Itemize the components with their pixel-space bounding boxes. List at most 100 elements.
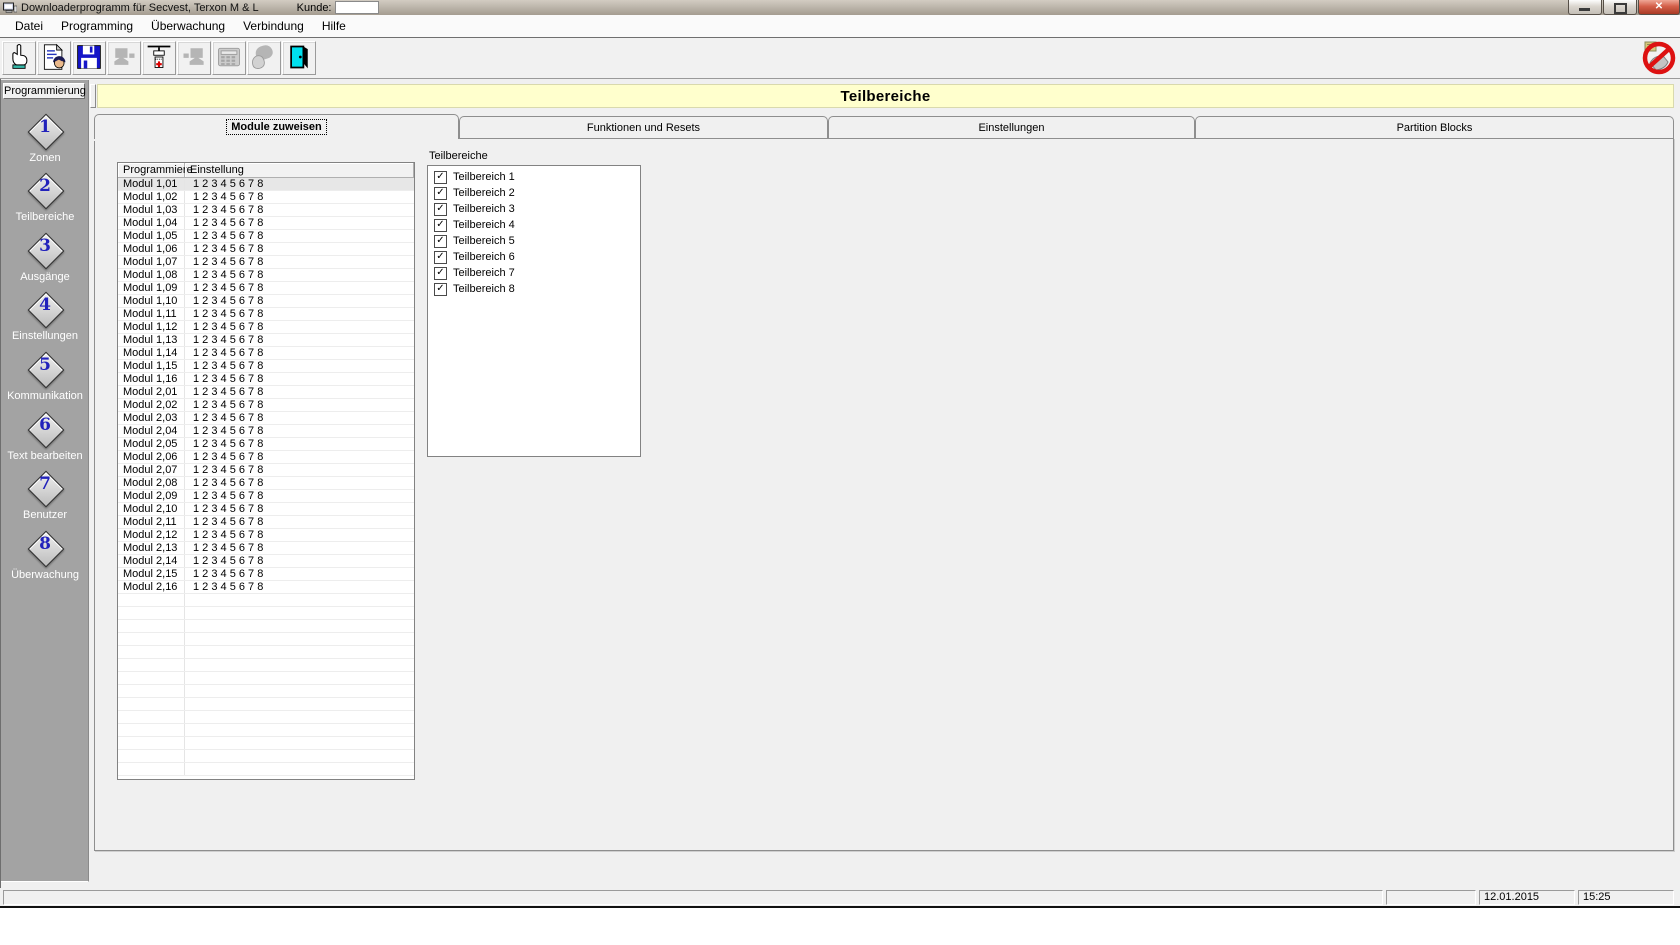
partition-item-teilbereich-7[interactable]: ✓ Teilbereich 7 [428,265,640,281]
sidebar-header-button[interactable]: Programmierung [3,83,86,99]
partition-item-teilbereich-4[interactable]: ✓ Teilbereich 4 [428,217,640,233]
table-row[interactable]: Modul 1,16 1 2 3 4 5 6 7 8 [118,373,414,386]
menu-item-hilfe[interactable]: Hilfe [313,16,355,36]
module-cell: Modul 1,03 [118,204,185,216]
pointer-hand-button[interactable] [2,41,36,75]
table-row[interactable]: Modul 1,02 1 2 3 4 5 6 7 8 [118,191,414,204]
table-row[interactable]: Modul 2,01 1 2 3 4 5 6 7 8 [118,386,414,399]
checkbox-checked-icon[interactable]: ✓ [434,282,447,296]
table-row[interactable]: Modul 1,13 1 2 3 4 5 6 7 8 [118,334,414,347]
table-row[interactable]: Modul 2,06 1 2 3 4 5 6 7 8 [118,451,414,464]
alarm-device-button[interactable] [142,41,176,75]
table-row[interactable]: Modul 1,11 1 2 3 4 5 6 7 8 [118,308,414,321]
customer-label: Kunde: [296,1,332,14]
table-row[interactable]: Modul 1,07 1 2 3 4 5 6 7 8 [118,256,414,269]
minimize-button[interactable] [1568,0,1602,15]
table-row[interactable]: Modul 1,10 1 2 3 4 5 6 7 8 [118,295,414,308]
checkbox-checked-icon[interactable]: ✓ [434,218,447,232]
sidebar-item-label: Kommunikation [7,389,83,402]
sidebar-item-teilbereiche[interactable]: 2 Teilbereiche [1,164,89,223]
partition-item-teilbereich-3[interactable]: ✓ Teilbereich 3 [428,201,640,217]
partition-item-label: Teilbereich 6 [453,251,515,263]
checkbox-checked-icon[interactable]: ✓ [434,266,447,280]
sidebar-item-label: Zonen [29,151,61,164]
table-row[interactable]: Modul 1,15 1 2 3 4 5 6 7 8 [118,360,414,373]
table-row[interactable]: Modul 1,12 1 2 3 4 5 6 7 8 [118,321,414,334]
table-row[interactable]: Modul 2,10 1 2 3 4 5 6 7 8 [118,503,414,516]
module-cell: Modul 1,06 [118,243,185,255]
pc-transfer-button [177,41,211,75]
menu-item-verbindung[interactable]: Verbindung [234,16,313,36]
module-cell: Modul 2,16 [118,581,185,593]
diamond-icon: 1 [27,113,65,150]
table-row[interactable]: Modul 2,15 1 2 3 4 5 6 7 8 [118,568,414,581]
table-row[interactable]: Modul 1,01 1 2 3 4 5 6 7 8 [118,178,414,191]
module-cell: Modul 2,10 [118,503,185,515]
partition-item-label: Teilbereich 7 [453,267,515,279]
table-row[interactable]: Modul 1,04 1 2 3 4 5 6 7 8 [118,217,414,230]
table-row[interactable]: Modul 2,14 1 2 3 4 5 6 7 8 [118,555,414,568]
setting-cell: 1 2 3 4 5 6 7 8 [193,256,264,268]
sidebar-item-kommunikation[interactable]: 5 Kommunikation [1,342,89,402]
table-row-empty [118,633,414,646]
splitter-handle[interactable] [90,84,96,108]
setting-cell: 1 2 3 4 5 6 7 8 [193,230,264,242]
table-row[interactable]: Modul 2,12 1 2 3 4 5 6 7 8 [118,529,414,542]
checkbox-checked-icon[interactable]: ✓ [434,186,447,200]
tab-module-zuweisen[interactable]: Module zuweisen [94,114,459,139]
tab-partition-blocks[interactable]: Partition Blocks [1195,116,1674,139]
table-row[interactable]: Modul 1,08 1 2 3 4 5 6 7 8 [118,269,414,282]
close-icon: ✕ [1654,1,1664,12]
exit-door-button[interactable] [282,41,316,75]
sidebar-item-uberwachung[interactable]: 8 Überwachung [1,521,89,581]
module-table: Programmiere Einstellung Modul 1,01 1 2 3… [117,162,415,780]
menu-item-programming[interactable]: Programming [52,16,142,36]
table-row[interactable]: Modul 2,03 1 2 3 4 5 6 7 8 [118,412,414,425]
table-row[interactable]: Modul 2,09 1 2 3 4 5 6 7 8 [118,490,414,503]
close-button[interactable]: ✕ [1638,0,1680,15]
setting-cell: 1 2 3 4 5 6 7 8 [193,542,264,554]
table-row[interactable]: Modul 2,05 1 2 3 4 5 6 7 8 [118,438,414,451]
table-row[interactable]: Modul 2,08 1 2 3 4 5 6 7 8 [118,477,414,490]
sidebar-item-einstellungen[interactable]: 4 Einstellungen [1,283,89,342]
tab-funktionen-und-resets[interactable]: Funktionen und Resets [459,116,828,139]
customer-file-button[interactable] [37,41,71,75]
table-row[interactable]: Modul 2,04 1 2 3 4 5 6 7 8 [118,425,414,438]
module-cell: Modul 1,11 [118,308,185,320]
table-row[interactable]: Modul 1,06 1 2 3 4 5 6 7 8 [118,243,414,256]
sidebar-item-text-bearbeiten[interactable]: 6 Text bearbeiten [1,402,89,462]
menu-item-datei[interactable]: Datei [6,16,52,36]
sidebar-item-benutzer[interactable]: 7 Benutzer [1,462,89,521]
menu-item-uberwachung[interactable]: Überwachung [142,16,234,36]
maximize-button[interactable] [1603,0,1637,15]
tab-einstellungen[interactable]: Einstellungen [828,116,1195,139]
partition-item-teilbereich-6[interactable]: ✓ Teilbereich 6 [428,249,640,265]
table-row[interactable]: Modul 2,16 1 2 3 4 5 6 7 8 [118,581,414,594]
partition-item-teilbereich-1[interactable]: ✓ Teilbereich 1 [428,169,640,185]
table-row[interactable]: Modul 2,11 1 2 3 4 5 6 7 8 [118,516,414,529]
table-row-empty [118,607,414,620]
checkbox-checked-icon[interactable]: ✓ [434,170,447,184]
checkbox-checked-icon[interactable]: ✓ [434,250,447,264]
partition-item-teilbereich-2[interactable]: ✓ Teilbereich 2 [428,185,640,201]
save-button[interactable] [72,41,106,75]
table-row-empty [118,646,414,659]
table-row[interactable]: Modul 1,05 1 2 3 4 5 6 7 8 [118,230,414,243]
partition-item-teilbereich-5[interactable]: ✓ Teilbereich 5 [428,233,640,249]
table-row[interactable]: Modul 2,02 1 2 3 4 5 6 7 8 [118,399,414,412]
partition-item-teilbereich-8[interactable]: ✓ Teilbereich 8 [428,281,640,297]
sidebar-item-ausgange[interactable]: 3 Ausgänge [1,223,89,283]
table-row[interactable]: Modul 2,13 1 2 3 4 5 6 7 8 [118,542,414,555]
diamond-icon: 7 [27,470,65,508]
customer-input[interactable] [334,1,379,14]
column-header-einstellung[interactable]: Einstellung [185,163,414,178]
table-row[interactable]: Modul 1,14 1 2 3 4 5 6 7 8 [118,347,414,360]
sidebar-item-zonen[interactable]: 1 Zonen [1,104,89,164]
table-row[interactable]: Modul 1,03 1 2 3 4 5 6 7 8 [118,204,414,217]
table-row[interactable]: Modul 1,09 1 2 3 4 5 6 7 8 [118,282,414,295]
checkbox-checked-icon[interactable]: ✓ [434,202,447,216]
checkbox-checked-icon[interactable]: ✓ [434,234,447,248]
status-bar: 12.01.2015 15:25 [0,888,1680,906]
table-row[interactable]: Modul 2,07 1 2 3 4 5 6 7 8 [118,464,414,477]
column-header-programmiere[interactable]: Programmiere [118,163,193,178]
